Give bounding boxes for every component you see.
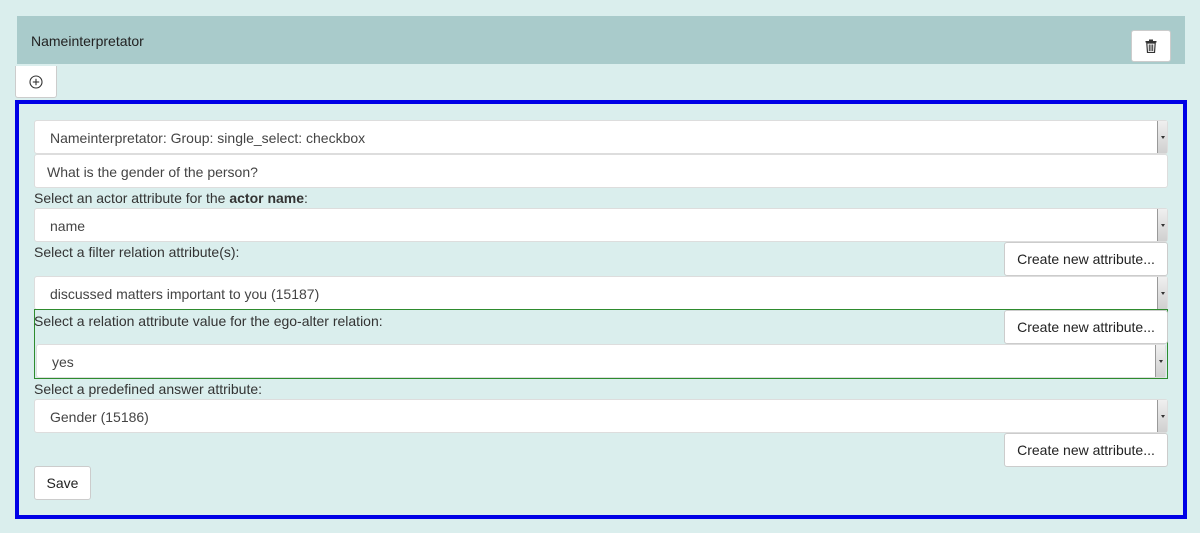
section-header: Nameinterpretator — [17, 16, 1185, 64]
dropdown-arrow-icon — [1157, 400, 1167, 432]
question-type-select[interactable]: Nameinterpretator: Group: single_select:… — [34, 120, 1168, 154]
actor-attribute-label: Select an actor attribute for the actor … — [34, 190, 308, 206]
predefined-answer-label: Select a predefined answer attribute: — [34, 381, 263, 397]
actor-attribute-label-prefix: Select an actor attribute for the — [34, 190, 230, 206]
create-ego-attribute-button[interactable]: Create new attribute... — [1004, 310, 1168, 344]
section-title: Nameinterpretator — [31, 33, 144, 49]
dropdown-arrow-icon — [1157, 209, 1167, 241]
ego-alter-select[interactable]: yes — [36, 344, 1166, 378]
filter-relation-select[interactable]: discussed matters important to you (1518… — [34, 276, 1168, 310]
question-text-input[interactable]: What is the gender of the person? — [34, 154, 1168, 188]
dropdown-arrow-icon — [1157, 277, 1167, 309]
filter-relation-label: Select a filter relation attribute(s): — [34, 244, 240, 260]
trash-icon — [1145, 39, 1157, 53]
question-type-value: Nameinterpretator: Group: single_select:… — [50, 130, 366, 146]
predefined-answer-select[interactable]: Gender (15186) — [34, 399, 1168, 433]
filter-relation-value: discussed matters important to you (1518… — [50, 286, 320, 302]
save-button[interactable]: Save — [34, 466, 91, 500]
dropdown-arrow-icon — [1155, 345, 1165, 377]
dropdown-arrow-icon — [1157, 121, 1167, 153]
ego-alter-label: Select a relation attribute value for th… — [34, 313, 383, 329]
actor-attribute-value: name — [50, 218, 86, 234]
ego-alter-value: yes — [52, 354, 74, 370]
question-edit-panel: Nameinterpretator: Group: single_select:… — [15, 100, 1187, 519]
question-text-value: What is the gender of the person? — [47, 164, 258, 180]
actor-attribute-label-suffix: : — [304, 190, 308, 206]
plus-circle-icon — [29, 74, 43, 89]
actor-attribute-label-bold: actor name — [229, 190, 305, 206]
actor-attribute-select[interactable]: name — [34, 208, 1168, 242]
create-filter-attribute-button[interactable]: Create new attribute... — [1004, 242, 1168, 276]
add-button[interactable] — [15, 66, 57, 98]
create-predefined-attribute-button[interactable]: Create new attribute... — [1004, 433, 1168, 467]
delete-button[interactable] — [1131, 30, 1171, 62]
predefined-answer-value: Gender (15186) — [50, 409, 149, 425]
